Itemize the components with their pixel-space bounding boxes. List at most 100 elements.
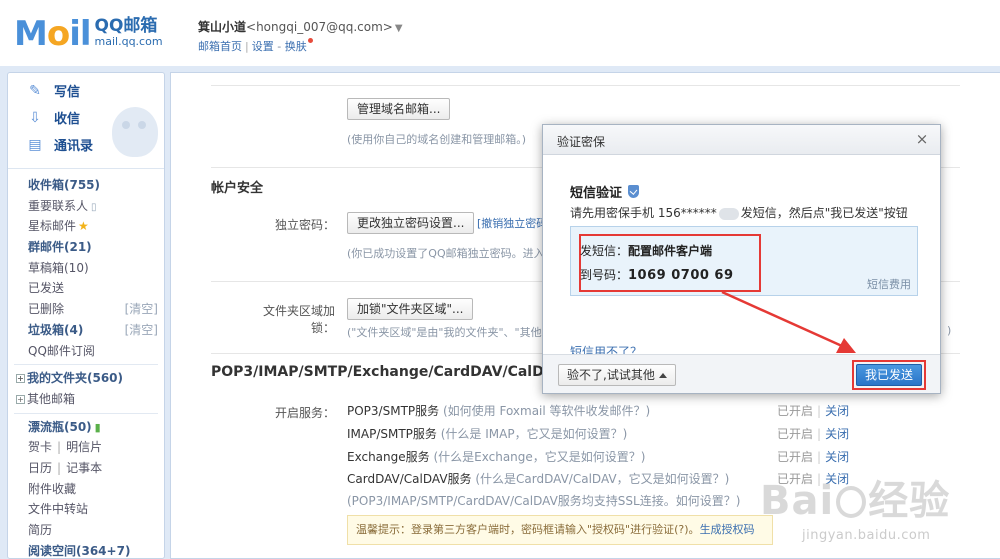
service-help-link[interactable]: (什么是CardDAV/CalDAV，它又是如何设置？) — [475, 472, 729, 486]
baidu-paw-icon — [836, 486, 867, 518]
expand-icon[interactable]: + — [16, 374, 25, 384]
attachments-link[interactable]: 附件收藏 — [8, 479, 164, 500]
user-dropdown-icon[interactable]: ▼ — [395, 23, 403, 34]
user-name[interactable]: 箕山小道 — [198, 20, 246, 34]
vip-card-icon: ▯ — [91, 201, 97, 213]
reading-space-link[interactable]: 阅读空间(364+7) — [8, 541, 164, 558]
resume-link[interactable]: 简历 — [8, 520, 164, 541]
top-header: Moil QQ邮箱 mail.qq.com 箕山小道<hongqi_007@qq… — [0, 0, 1000, 66]
independent-password-hint: (你已成功设置了QQ邮箱独立密码。进入 — [347, 247, 545, 260]
service-status: 已开启 | 关闭 — [777, 427, 850, 441]
change-independent-password-button[interactable]: 更改独立密码设置... — [347, 212, 475, 234]
account-security-title: 帐户安全 — [211, 181, 264, 196]
service-help-link[interactable]: (如何使用 Foxmail 等软件收发邮件？) — [443, 404, 650, 418]
postcard-link[interactable]: 明信片 — [66, 440, 102, 454]
folder-lock-label: 文件夹区域加锁： — [262, 304, 335, 335]
close-service-link[interactable]: 关闭 — [825, 450, 849, 464]
service-carddav-caldav: CardDAV/CalDAV服务 (什么是CardDAV/CalDAV，它又是如… — [347, 472, 730, 486]
folder-deleted[interactable]: 已删除 [清空] — [8, 299, 164, 320]
folder-sent[interactable]: 已发送 — [8, 278, 164, 299]
folder-spam[interactable]: 垃圾箱(4) [清空] — [8, 320, 164, 341]
folder-vip[interactable]: 重要联系人 ▯ — [8, 196, 164, 217]
quick-actions: ✎ 写信 ⇩ 收信 ▤ 通讯录 — [8, 77, 164, 169]
try-other-button[interactable]: 验不了,试试其他 — [558, 364, 676, 386]
user-email: <hongqi_007@qq.com> — [246, 20, 393, 34]
contacts-icon: ▤ — [28, 136, 42, 153]
greeting-card-link[interactable]: 贺卡 — [28, 440, 52, 454]
i-have-sent-button[interactable]: 我已发送 — [856, 364, 922, 386]
calendar-link[interactable]: 日历 — [28, 461, 52, 475]
sms-content-line: 发短信：配置邮件客户端 — [580, 244, 713, 258]
sms-verify-heading: 短信验证 — [570, 182, 640, 201]
qq-penguin-icon — [112, 107, 158, 157]
other-mailbox-group[interactable]: + 其他邮箱 — [8, 389, 164, 410]
qq-mail-logo[interactable]: Moil QQ邮箱 mail.qq.com — [14, 16, 163, 52]
service-pop3-smtp: POP3/SMTP服务 (如何使用 Foxmail 等软件收发邮件？) — [347, 404, 651, 418]
lock-folder-area-button[interactable]: 加锁"文件夹区域"... — [347, 298, 474, 320]
logo-url-text: mail.qq.com — [94, 35, 163, 48]
caret-up-icon — [658, 373, 667, 378]
folder-starred[interactable]: 星标邮件 ★ — [8, 216, 164, 237]
clear-deleted-link[interactable]: [清空] — [125, 299, 158, 320]
service-status: 已开启 | 关闭 — [777, 404, 850, 418]
pencil-icon: ✎ — [29, 82, 41, 99]
folder-subscribe[interactable]: QQ邮件订阅 — [8, 341, 164, 362]
close-service-link[interactable]: 关闭 — [825, 427, 849, 441]
folder-drafts[interactable]: 草稿箱(10) — [8, 258, 164, 279]
sms-number-line: 到号码：1069 0700 69 — [580, 268, 734, 283]
folder-inbox[interactable]: 收件箱(755) — [8, 175, 164, 196]
bottle-icon: ▮ — [94, 420, 101, 434]
notification-dot — [307, 38, 313, 43]
help-icon[interactable]: ? — [678, 523, 684, 536]
logo-mark: Moil — [14, 14, 92, 54]
divider — [14, 412, 158, 414]
file-transfer-link[interactable]: 文件中转站 — [8, 499, 164, 520]
my-folders-group[interactable]: + 我的文件夹(560) — [8, 368, 164, 389]
service-status: 已开启 | 关闭 — [777, 450, 850, 464]
masked-digits — [718, 207, 739, 220]
compose-button[interactable]: ✎ 写信 — [8, 77, 164, 104]
sms-content-box: 发短信：配置邮件客户端 到号码：1069 0700 69 短信费用 — [570, 226, 918, 296]
clear-spam-link[interactable]: [清空] — [125, 320, 158, 341]
dialog-title: 验证密保 — [557, 135, 606, 149]
service-imap-smtp: IMAP/SMTP服务 (什么是 IMAP，它又是如何设置？) — [347, 427, 628, 441]
close-icon[interactable]: × — [914, 131, 930, 147]
sms-fee-link[interactable]: 短信费用 — [867, 276, 911, 292]
mail-home-link[interactable]: 邮箱首页 — [198, 40, 242, 53]
left-sidebar: ✎ 写信 ⇩ 收信 ▤ 通讯录 收件箱(755) 重要联系人 ▯ 星标邮件 ★ 群邮… — [7, 72, 165, 559]
domain-hint: (使用你自己的域名创建和管理邮箱。) — [347, 133, 527, 146]
open-services-label: 开启服务： — [274, 406, 335, 420]
star-icon: ★ — [78, 219, 89, 234]
divider — [14, 364, 158, 366]
divider — [211, 85, 960, 86]
user-box: 箕山小道<hongqi_007@qq.com> ▼ 邮箱首页 | 设置 - 换肤 — [198, 20, 403, 53]
sms-instruction: 请先用密保手机 156****** 发短信，然后点"我已发送"按钮 — [570, 206, 908, 220]
inbox-download-icon: ⇩ — [29, 109, 41, 126]
baidu-jingyan-watermark: Bai 经验 jingyan.baidu.com — [760, 478, 951, 543]
folder-group[interactable]: 群邮件(21) — [8, 237, 164, 258]
folder-list: 收件箱(755) 重要联系人 ▯ 星标邮件 ★ 群邮件(21) 草稿箱(10) 已发… — [8, 169, 164, 558]
verify-security-dialog: 验证密保 × 短信验证 请先用密保手机 156****** 发短信，然后点"我已发… — [542, 124, 941, 394]
pop-imap-section-title: POP3/IMAP/SMTP/Exchange/CardDAV/CalDAV — [211, 364, 565, 380]
settings-link[interactable]: 设置 — [252, 40, 274, 53]
service-help-link[interactable]: (什么是 IMAP，它又是如何设置？) — [441, 427, 628, 441]
highlight-box: 我已发送 — [852, 360, 926, 390]
authcode-tip: 温馨提示：登录第三方客户端时，密码框请输入"授权码"进行验证(?)。生成授权码 — [347, 515, 773, 545]
cancel-independent-password-link[interactable]: [撤销独立密码 — [477, 215, 547, 231]
drift-bottle[interactable]: 漂流瓶(50) ▮ — [8, 417, 164, 438]
change-skin-link[interactable]: 换肤 — [285, 40, 307, 53]
shield-icon — [628, 185, 640, 198]
manage-domain-button[interactable]: 管理域名邮箱... — [347, 98, 451, 120]
calendar-notes-row: 日历 | 记事本 — [28, 460, 103, 475]
dialog-footer: 验不了,试试其他 我已发送 — [543, 354, 940, 393]
close-service-link[interactable]: 关闭 — [825, 404, 849, 418]
independent-password-label: 独立密码： — [274, 218, 335, 232]
logo-cn-text: QQ邮箱 — [94, 16, 158, 36]
folder-lock-hint-tail: ) — [947, 324, 952, 337]
dialog-header: 验证密保 × — [543, 125, 940, 155]
notes-link[interactable]: 记事本 — [66, 461, 102, 475]
ssl-note: (POP3/IMAP/SMTP/CardDAV/CalDAV服务均支持SSL连接… — [347, 494, 741, 508]
service-help-link[interactable]: (什么是Exchange，它又是如何设置？) — [433, 450, 645, 464]
expand-icon[interactable]: + — [16, 394, 25, 404]
generate-authcode-link[interactable]: 生成授权码 — [700, 523, 755, 536]
